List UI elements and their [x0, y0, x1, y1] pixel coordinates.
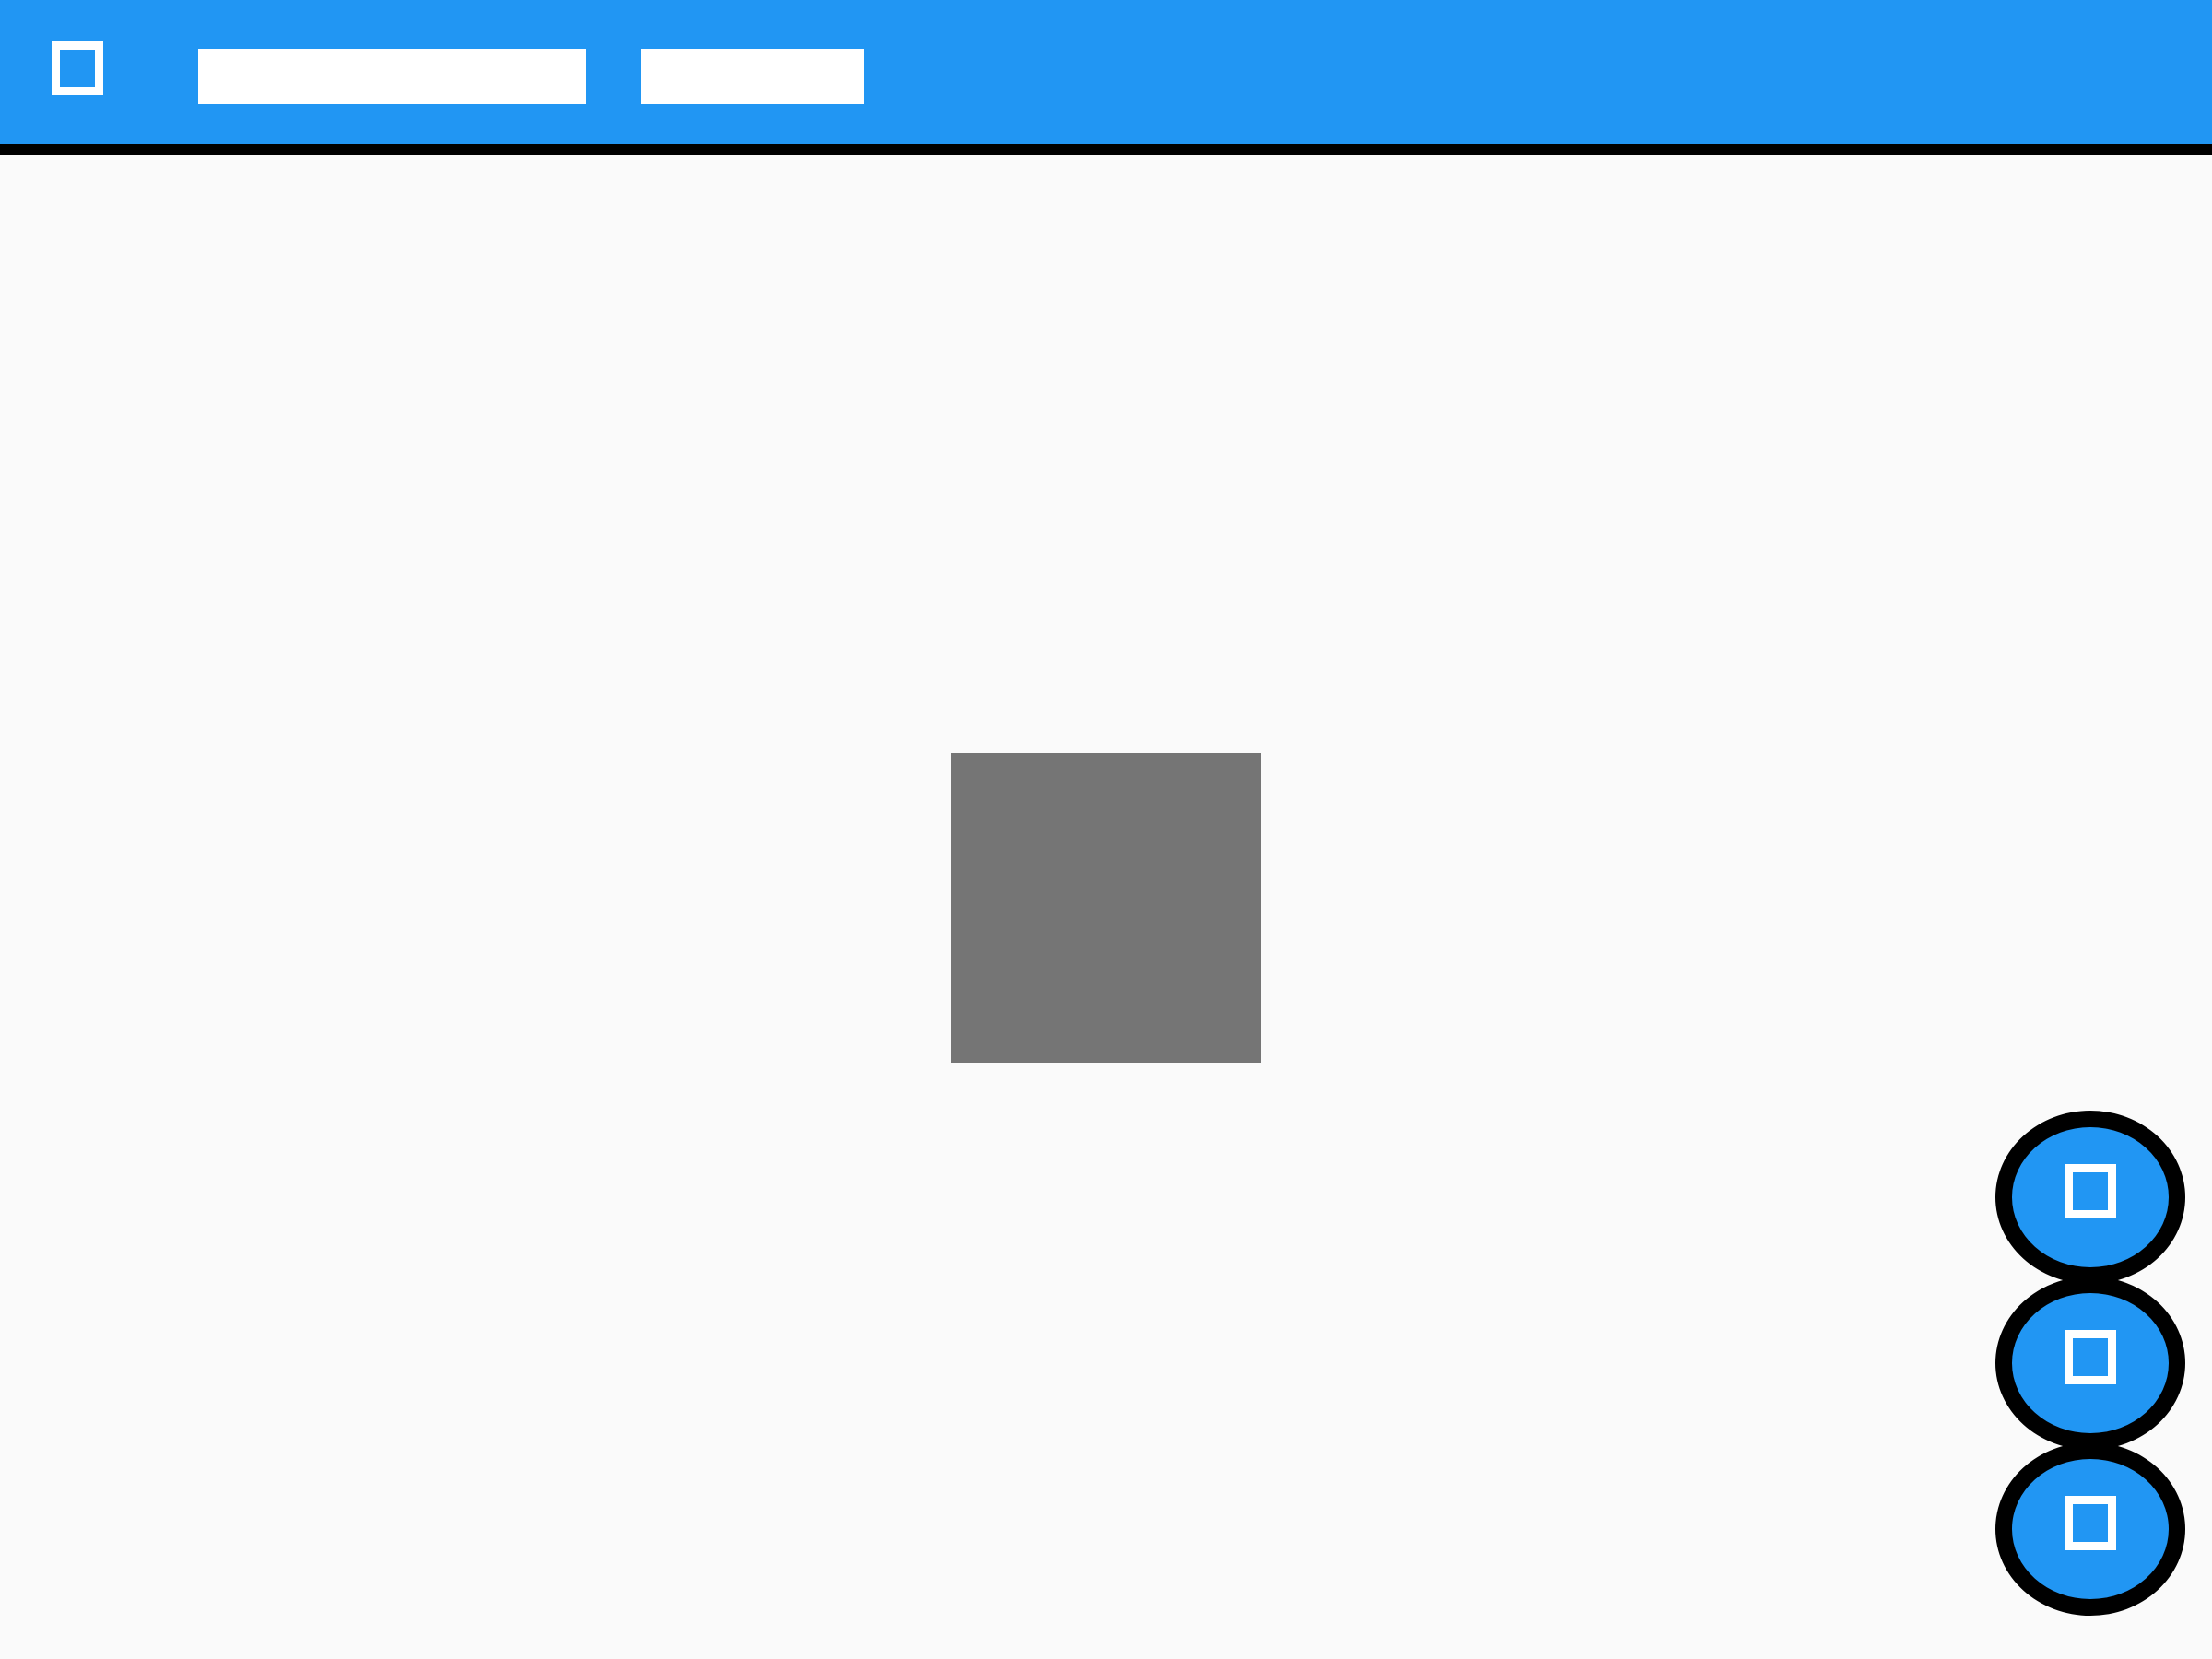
- app-bar-subtitle: [641, 49, 864, 104]
- floating-action-button-2[interactable]: [1995, 1277, 2185, 1450]
- content-area: [0, 155, 2212, 1659]
- square-icon: [2065, 1163, 2116, 1218]
- square-icon: [2065, 1329, 2116, 1384]
- square-icon: [2065, 1495, 2116, 1550]
- app-bar: [0, 0, 2212, 155]
- image-placeholder: [951, 753, 1261, 1063]
- app-bar-title: [198, 49, 586, 104]
- floating-action-button-1[interactable]: [1995, 1111, 2185, 1284]
- floating-action-button-3[interactable]: [1995, 1442, 2185, 1616]
- square-icon: [52, 41, 103, 95]
- app-bar-menu-button[interactable]: [41, 31, 114, 105]
